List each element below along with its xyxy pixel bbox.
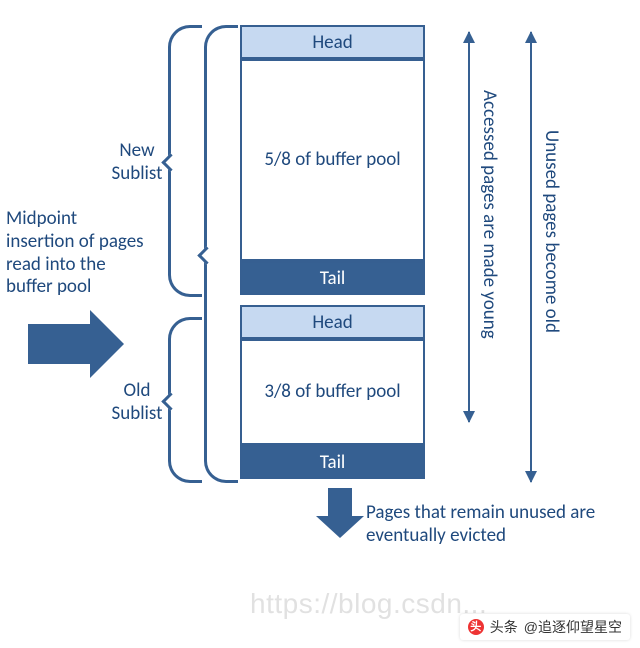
brace-full	[204, 25, 238, 483]
credit-badge: 头 头条 @追逐仰望星空	[460, 614, 630, 640]
old-sublist-head: Head	[240, 305, 425, 339]
label-evicted: Pages that remain unused are eventually …	[366, 502, 606, 548]
arrow-midpoint-insertion	[28, 310, 124, 378]
new-sublist-body: 5/8 of buffer pool	[240, 59, 425, 261]
arrow-made-young	[468, 32, 470, 422]
arrow-become-old	[530, 32, 532, 482]
brace-new-sublist	[168, 25, 202, 297]
label-old-sublist: Old Sublist	[108, 380, 166, 426]
old-sublist-tail: Tail	[240, 445, 425, 479]
brace-old-sublist	[168, 317, 202, 483]
label-become-old: Unused pages become old	[540, 130, 563, 333]
buffer-pool-column: Head 5/8 of buffer pool Tail Head 3/8 of…	[240, 25, 425, 479]
credit-handle: @追逐仰望星空	[524, 617, 622, 637]
label-new-sublist: New Sublist	[108, 140, 166, 186]
credit-prefix: 头条	[490, 617, 518, 637]
arrow-eviction	[316, 488, 364, 538]
new-sublist-tail: Tail	[240, 261, 425, 295]
label-made-young: Accessed pages are made young	[478, 90, 501, 339]
label-midpoint-insertion: Midpoint insertion of pages read into th…	[6, 208, 146, 299]
old-sublist-body: 3/8 of buffer pool	[240, 339, 425, 445]
credit-icon: 头	[468, 619, 484, 635]
new-sublist-head: Head	[240, 25, 425, 59]
watermark-text: https://blog.csdn...	[250, 588, 487, 620]
